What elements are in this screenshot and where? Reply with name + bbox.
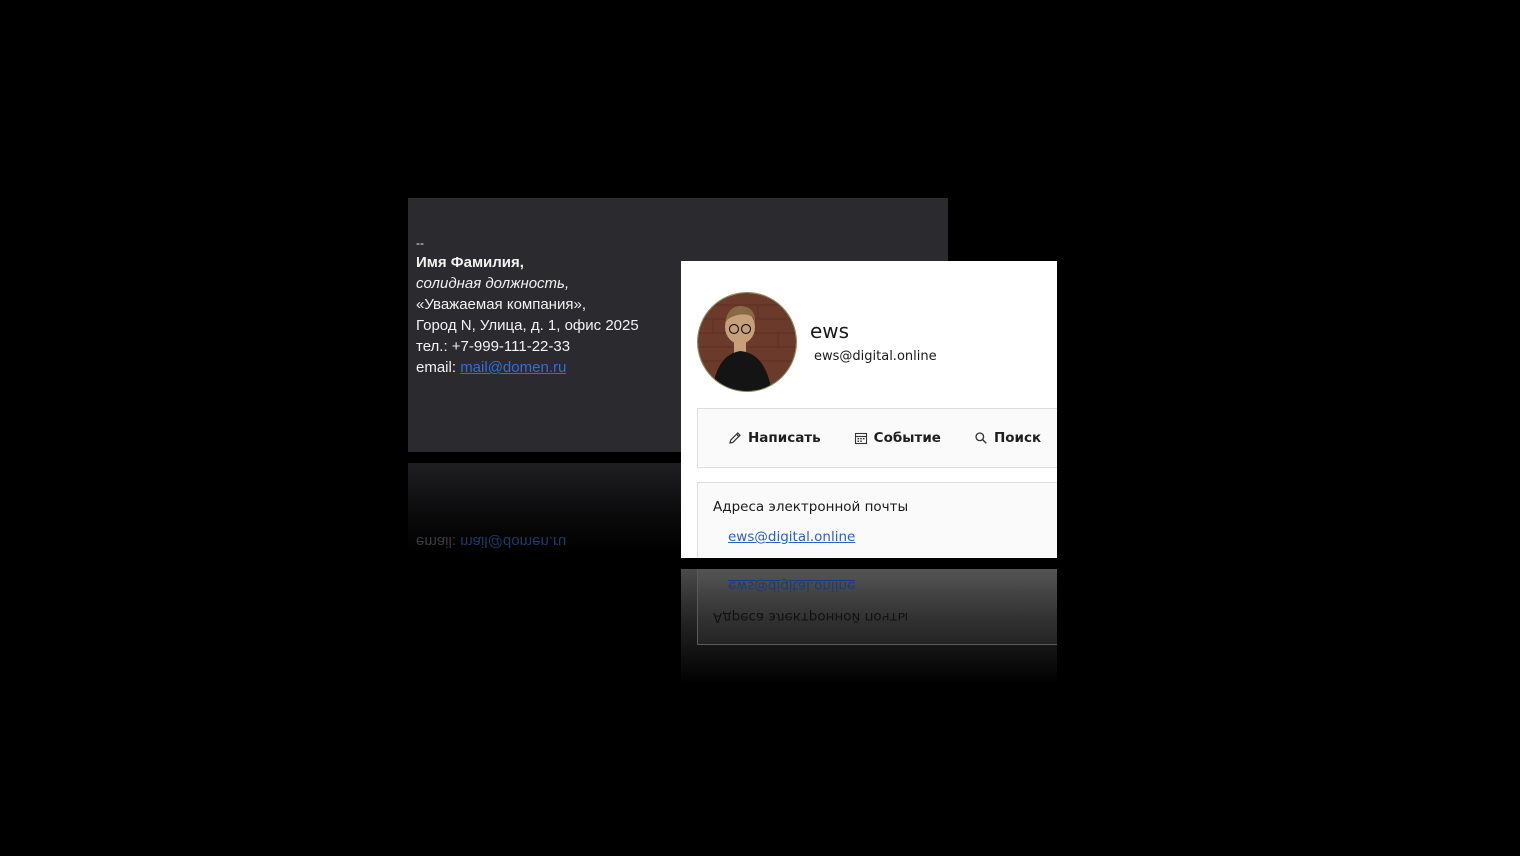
email-addresses-section: Адреса электронной почты ews@digital.onl… [697, 482, 1057, 558]
write-button-label: Написать [748, 430, 821, 446]
contact-card: ews ews@digital.online Написать Событие … [681, 261, 1057, 558]
write-button[interactable]: Написать [728, 430, 821, 446]
search-icon [974, 431, 988, 445]
event-button-label: Событие [873, 430, 941, 446]
pencil-icon [728, 431, 742, 445]
email-addresses-title: Адреса электронной почты [713, 499, 909, 515]
signature-separator: -- [416, 236, 424, 250]
search-button-label: Поиск [993, 430, 1042, 446]
search-button[interactable]: Поиск [974, 430, 1041, 446]
signature-email-label: email: [416, 359, 461, 376]
contact-actions-toolbar: Написать Событие Поиск [697, 408, 1057, 468]
signature-email-link[interactable]: mail@domen.ru [460, 359, 566, 376]
contact-card-reflection: ews@digital.online Адреса электронной по… [681, 569, 1057, 684]
contact-name: ews [810, 319, 850, 343]
email-address-link[interactable]: ews@digital.online [728, 529, 855, 545]
signature-reflection-text: email: mail@domen.ru [416, 533, 567, 550]
event-button[interactable]: Событие [854, 430, 941, 446]
avatar [697, 292, 797, 392]
reflection-email-link: ews@digital.online [728, 578, 856, 594]
calendar-icon [854, 431, 868, 445]
contact-email: ews@digital.online [814, 349, 937, 364]
reflection-section-title: Адреса электронной почты [713, 609, 909, 625]
